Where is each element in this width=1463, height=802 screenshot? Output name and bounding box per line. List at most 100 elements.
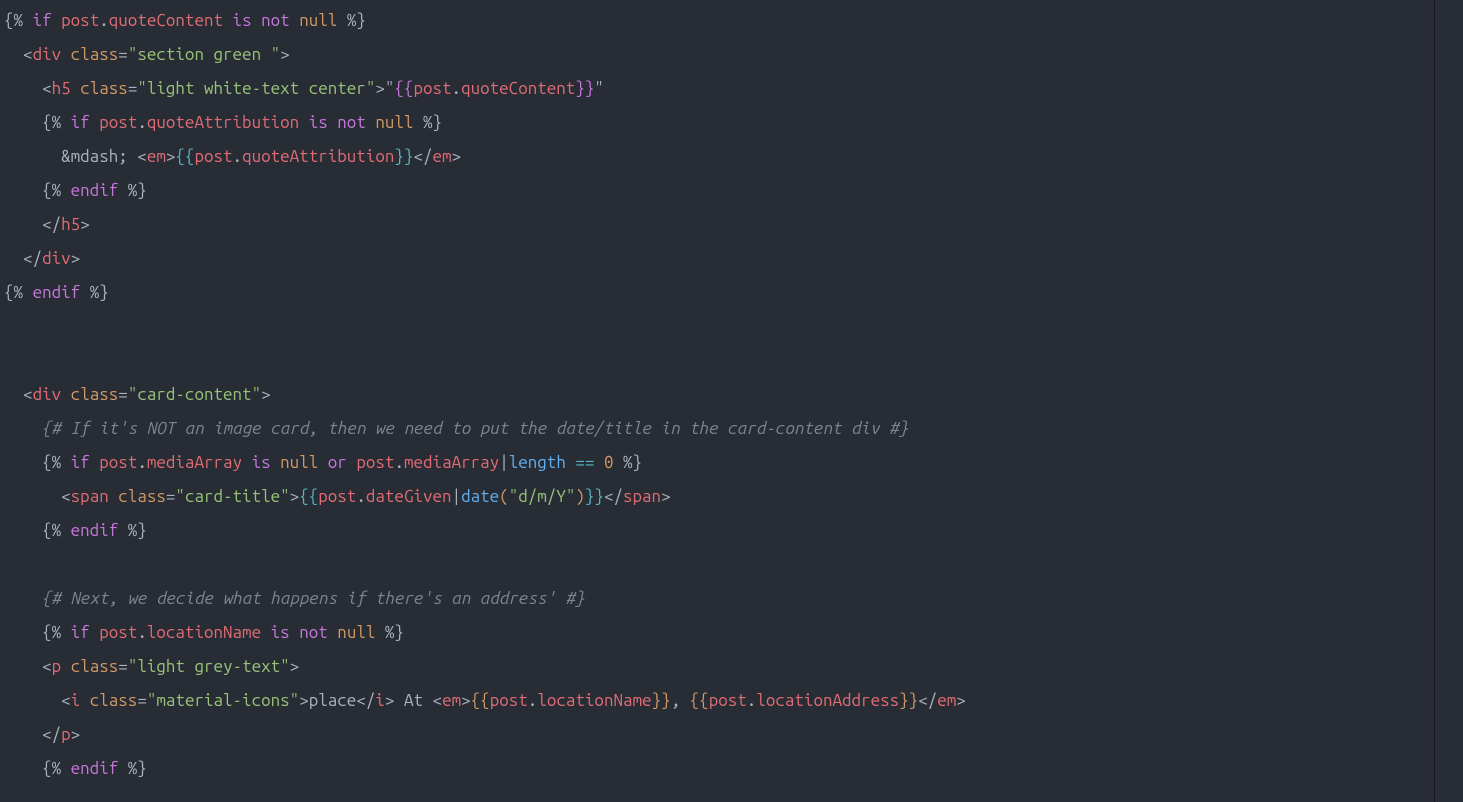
code-line[interactable]: {% endif %} bbox=[4, 514, 1434, 548]
code-token bbox=[4, 691, 61, 710]
code-token: div bbox=[33, 45, 62, 64]
code-line[interactable]: {% if post.mediaArray is null or post.me… bbox=[4, 446, 1434, 480]
code-line[interactable] bbox=[4, 548, 1434, 582]
code-token: > bbox=[452, 147, 462, 166]
code-token: | bbox=[499, 453, 509, 472]
code-token bbox=[4, 657, 42, 676]
code-token: null bbox=[375, 113, 413, 132]
code-line[interactable]: <i class="material-icons">place</i> At <… bbox=[4, 684, 1434, 718]
code-token bbox=[347, 453, 357, 472]
code-token bbox=[90, 113, 100, 132]
code-token: > bbox=[280, 45, 290, 64]
code-token: em bbox=[147, 147, 166, 166]
code-token: quoteAttribution bbox=[242, 147, 394, 166]
code-line[interactable]: {# Next, we decide what happens if there… bbox=[4, 582, 1434, 616]
code-line[interactable]: <div class="card-content"> bbox=[4, 378, 1434, 412]
code-line[interactable]: {# If it's NOT an image card, then we ne… bbox=[4, 412, 1434, 446]
code-token: endif bbox=[71, 521, 119, 540]
code-token: p bbox=[61, 725, 71, 744]
code-token: = bbox=[137, 691, 147, 710]
code-token: = bbox=[118, 45, 128, 64]
code-line[interactable]: {% if post.quoteContent is not null %} bbox=[4, 4, 1434, 38]
code-token: class bbox=[71, 385, 119, 404]
code-line[interactable]: <p class="light grey-text"> bbox=[4, 650, 1434, 684]
code-token: h5 bbox=[61, 215, 80, 234]
code-line[interactable]: {% endif %} bbox=[4, 174, 1434, 208]
code-token: . bbox=[394, 453, 404, 472]
code-editor[interactable]: {% if post.quoteContent is not null %} <… bbox=[0, 0, 1463, 802]
code-token bbox=[242, 453, 252, 472]
code-line[interactable]: {% if post.locationName is not null %} bbox=[4, 616, 1434, 650]
code-token bbox=[4, 385, 23, 404]
code-token: endif bbox=[71, 759, 119, 778]
code-token: > bbox=[299, 691, 309, 710]
code-line[interactable]: </p> bbox=[4, 718, 1434, 752]
code-token: }} bbox=[899, 691, 918, 710]
code-token: > bbox=[661, 487, 671, 506]
code-token: null bbox=[299, 11, 337, 30]
code-token: > bbox=[71, 249, 81, 268]
code-token: . bbox=[233, 147, 243, 166]
code-token: {% bbox=[4, 623, 71, 642]
code-token: locationName bbox=[537, 691, 651, 710]
code-token: > bbox=[80, 215, 90, 234]
code-token: or bbox=[328, 453, 347, 472]
code-token: At bbox=[394, 691, 432, 710]
code-token: > bbox=[290, 487, 300, 506]
code-token: , bbox=[671, 691, 690, 710]
code-token: < bbox=[61, 487, 71, 506]
code-token: < bbox=[137, 147, 147, 166]
code-token: not bbox=[261, 11, 290, 30]
code-token: post bbox=[99, 113, 137, 132]
code-token: class bbox=[90, 691, 138, 710]
code-token: %} bbox=[118, 181, 147, 200]
code-token: {% bbox=[4, 521, 71, 540]
code-line[interactable] bbox=[4, 310, 1434, 344]
code-text-area[interactable]: {% if post.quoteContent is not null %} <… bbox=[0, 0, 1435, 802]
code-token: > bbox=[71, 725, 81, 744]
code-token bbox=[290, 11, 300, 30]
code-line[interactable]: <span class="card-title">{{post.dateGive… bbox=[4, 480, 1434, 514]
code-token: length bbox=[509, 453, 566, 472]
code-token: class bbox=[71, 657, 119, 676]
code-token: &mdash; bbox=[4, 147, 137, 166]
code-token bbox=[252, 11, 262, 30]
code-token: place bbox=[309, 691, 357, 710]
code-token: " bbox=[594, 79, 604, 98]
code-token: endif bbox=[71, 181, 119, 200]
code-line[interactable]: {% endif %} bbox=[4, 276, 1434, 310]
code-token: i bbox=[71, 691, 81, 710]
code-line[interactable]: {% endif %} bbox=[4, 752, 1434, 786]
code-line[interactable]: <div class="section green "> bbox=[4, 38, 1434, 72]
code-line[interactable]: </h5> bbox=[4, 208, 1434, 242]
code-token bbox=[4, 215, 42, 234]
code-token: %} bbox=[118, 521, 147, 540]
code-line[interactable] bbox=[4, 344, 1434, 378]
code-token: locationName bbox=[147, 623, 261, 642]
code-token: class bbox=[71, 45, 119, 64]
code-token: span bbox=[71, 487, 109, 506]
code-token: {# If it's NOT an image card, then we ne… bbox=[42, 419, 908, 438]
code-token: em bbox=[442, 691, 461, 710]
code-token bbox=[109, 487, 119, 506]
code-token bbox=[328, 623, 338, 642]
code-line[interactable]: <h5 class="light white-text center">"{{p… bbox=[4, 72, 1434, 106]
code-line[interactable]: {% if post.quoteAttribution is not null … bbox=[4, 106, 1434, 140]
code-token: endif bbox=[33, 283, 81, 302]
code-token: = bbox=[118, 385, 128, 404]
code-token: mediaArray bbox=[147, 453, 242, 472]
code-token: "material-icons" bbox=[147, 691, 299, 710]
code-token: < bbox=[433, 691, 443, 710]
code-line[interactable]: </div> bbox=[4, 242, 1434, 276]
code-line[interactable]: &mdash; <em>{{post.quoteAttribution}}</e… bbox=[4, 140, 1434, 174]
code-token: p bbox=[52, 657, 62, 676]
code-token: . bbox=[137, 453, 147, 472]
code-token bbox=[271, 453, 281, 472]
code-token bbox=[4, 725, 42, 744]
code-token: = bbox=[166, 487, 176, 506]
code-token: post bbox=[99, 453, 137, 472]
code-token: == bbox=[575, 453, 594, 472]
code-token: . bbox=[99, 11, 109, 30]
editor-right-gutter bbox=[1435, 0, 1463, 802]
code-token: is bbox=[309, 113, 328, 132]
